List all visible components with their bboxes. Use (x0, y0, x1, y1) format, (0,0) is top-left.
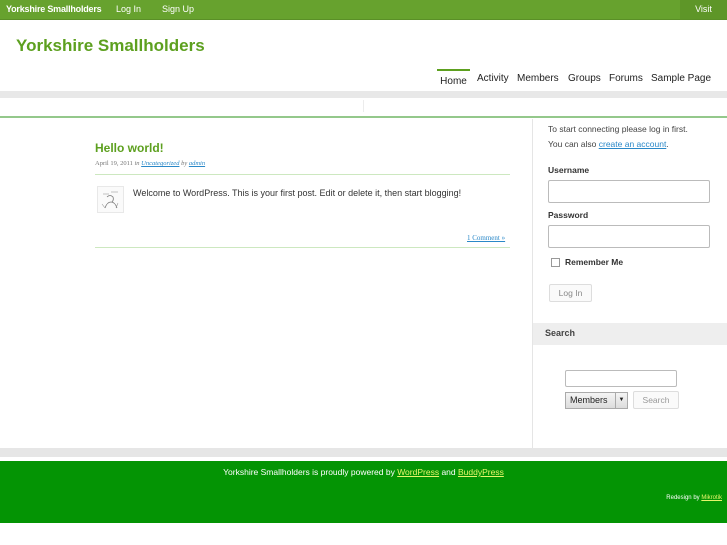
admin-bar-login-link[interactable]: Log In (116, 0, 141, 19)
footer-prefix: Yorkshire Smallholders is proudly powere… (223, 467, 398, 477)
admin-bar-site-link[interactable]: Yorkshire Smallholders (6, 0, 102, 19)
post-meta-by: by (181, 160, 188, 167)
footer-wordpress-link[interactable]: WordPress (397, 467, 439, 477)
subnav-divider (363, 100, 364, 112)
post-author-link[interactable]: admin (189, 160, 205, 167)
password-input[interactable] (548, 225, 710, 248)
create-account-line: You can also create an account. (548, 139, 669, 149)
footer-credit-prefix: Redesign by (666, 495, 702, 501)
search-scope-value: Members (570, 395, 608, 405)
username-input[interactable] (548, 180, 710, 203)
main-nav: Home Activity Members Groups Forums Samp… (0, 69, 727, 91)
post-meta-in: in (134, 160, 140, 167)
login-button[interactable]: Log In (549, 284, 592, 302)
post-date: April 19, 2011 (95, 160, 133, 167)
footer-and: and (439, 467, 458, 477)
search-button[interactable]: Search (633, 391, 679, 409)
password-label: Password (548, 210, 589, 220)
post-meta: April 19, 2011 in Uncategorized by admin (95, 160, 205, 167)
post-title-link[interactable]: Hello world! (95, 141, 164, 155)
admin-bar-visit-menu[interactable]: Visit (680, 0, 727, 19)
nav-item-home[interactable]: Home (437, 69, 470, 91)
site-title[interactable]: Yorkshire Smallholders (16, 36, 205, 56)
create-account-suffix: . (666, 139, 669, 149)
content-top-rule (0, 116, 727, 118)
login-intro-text: To start connecting please log in first. (548, 124, 688, 134)
remember-me-checkbox[interactable] (551, 258, 560, 267)
avatar-sketch-icon (101, 191, 119, 209)
footer-credit: Redesign by Mikrotik (666, 495, 722, 501)
post-excerpt: Welcome to WordPress. This is your first… (133, 188, 462, 198)
footer-divider (0, 448, 727, 457)
post-bottom-divider (95, 247, 510, 248)
author-avatar[interactable] (97, 186, 124, 213)
nav-item-forums[interactable]: Forums (609, 69, 643, 89)
username-label: Username (548, 165, 590, 175)
post-category-link[interactable]: Uncategorized (141, 160, 179, 167)
search-widget-title: Search (545, 328, 576, 338)
header-divider (0, 91, 727, 98)
search-input[interactable] (565, 370, 677, 387)
nav-item-activity[interactable]: Activity (477, 69, 509, 89)
nav-item-sample-page[interactable]: Sample Page (651, 69, 711, 89)
footer-powered-by: Yorkshire Smallholders is proudly powere… (0, 467, 727, 477)
comments-link[interactable]: 1 Comment » (467, 234, 505, 242)
nav-item-groups[interactable]: Groups (568, 69, 601, 89)
nav-item-members[interactable]: Members (517, 69, 559, 89)
post-divider (95, 174, 510, 175)
chevron-down-icon[interactable]: ▼ (615, 393, 627, 408)
admin-bar-signup-link[interactable]: Sign Up (162, 0, 194, 19)
footer-buddypress-link[interactable]: BuddyPress (458, 467, 504, 477)
footer-credit-link[interactable]: Mikrotik (701, 495, 722, 501)
create-account-prefix: You can also (548, 139, 599, 149)
create-account-link[interactable]: create an account (599, 139, 667, 149)
admin-bar: Yorkshire Smallholders Log In Sign Up Vi… (0, 0, 727, 20)
remember-me-label[interactable]: Remember Me (565, 257, 623, 267)
search-scope-select[interactable]: Members ▼ (565, 392, 628, 409)
